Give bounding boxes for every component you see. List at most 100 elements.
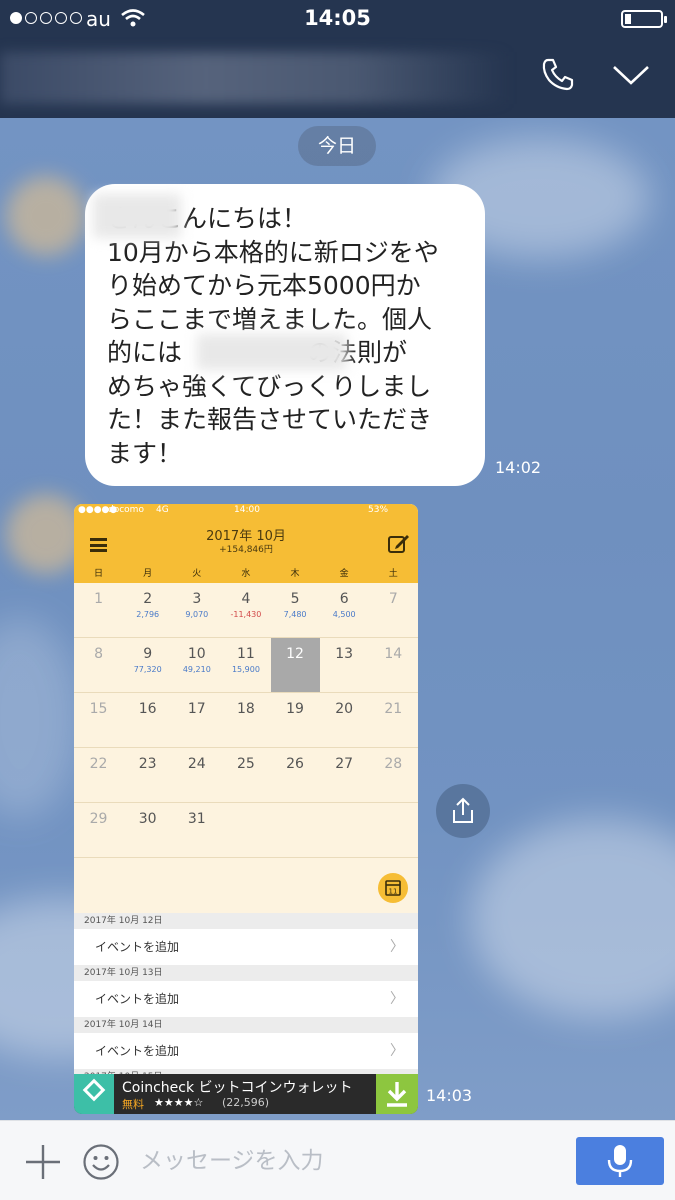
calendar-grid: 1 2 2,796 3 9,070 4 -11,430 5 7,480 6 4,500 7 8 9 77,3… bbox=[74, 583, 418, 913]
weekday-label: 土 bbox=[388, 569, 398, 579]
calendar-day-cell: 6 4,500 bbox=[320, 583, 369, 637]
chevron-right-icon: 〉 bbox=[390, 939, 404, 955]
day-number: 29 bbox=[89, 811, 108, 827]
event-date-header: 2017年 10月 13日 bbox=[74, 965, 418, 981]
background-cloud bbox=[470, 818, 675, 1018]
add-event-label: イベントを追加 bbox=[95, 992, 180, 1006]
ad-banner[interactable]: Coincheck ビットコインウォレット 無料 ★★★★☆ (22,596) bbox=[74, 1074, 418, 1114]
event-date-header: 2017年 10月 14日 bbox=[74, 1017, 418, 1033]
calendar-day-cell: 23 bbox=[123, 748, 172, 802]
calendar-week-row: 1 2 2,796 3 9,070 4 -11,430 5 7,480 6 4,500 7 bbox=[74, 583, 418, 638]
day-number: 8 bbox=[94, 646, 104, 662]
weekday-label: 火 bbox=[192, 569, 202, 579]
plus-icon[interactable] bbox=[24, 1143, 62, 1181]
date-divider: 今日 bbox=[298, 126, 376, 166]
day-number: 9 bbox=[143, 646, 153, 662]
avatar[interactable] bbox=[6, 176, 86, 256]
calendar-day-cell: 12 bbox=[270, 638, 320, 692]
share-button[interactable] bbox=[436, 784, 490, 838]
day-number: 13 bbox=[335, 646, 354, 662]
edit-icon bbox=[388, 535, 409, 553]
calendar-day-cell: 13 bbox=[320, 638, 369, 692]
day-profit: -11,430 bbox=[230, 610, 262, 619]
calendar-day-cell: 25 bbox=[221, 748, 270, 802]
day-number: 22 bbox=[89, 756, 108, 772]
calendar-day-cell: 24 bbox=[172, 748, 221, 802]
add-event-row: イベントを追加 〉 bbox=[74, 929, 418, 965]
weekday-label: 日 bbox=[94, 569, 104, 579]
chevron-down-icon[interactable] bbox=[610, 60, 652, 90]
day-profit: 9,070 bbox=[185, 610, 209, 619]
ad-price: 無料 bbox=[122, 1098, 144, 1111]
add-event-label: イベントを追加 bbox=[95, 1044, 180, 1058]
day-number: 15 bbox=[89, 701, 108, 717]
day-profit: 2,796 bbox=[136, 610, 160, 619]
day-profit: 49,210 bbox=[182, 665, 211, 674]
day-number: 17 bbox=[187, 701, 206, 717]
phone-icon[interactable] bbox=[538, 54, 578, 94]
calendar-day-cell: 17 bbox=[172, 693, 221, 747]
day-number: 3 bbox=[192, 591, 202, 607]
day-number: 23 bbox=[138, 756, 157, 772]
svg-text:11: 11 bbox=[389, 888, 398, 896]
day-number: 28 bbox=[384, 756, 403, 772]
weekday-label: 月 bbox=[143, 569, 153, 579]
mic-button[interactable] bbox=[576, 1137, 664, 1185]
calendar-week-row: 29 30 31 bbox=[74, 803, 418, 858]
ad-app-name: Coincheck ビットコインウォレット bbox=[122, 1080, 353, 1096]
day-number: 11 bbox=[237, 646, 255, 662]
message-input[interactable] bbox=[140, 1139, 560, 1183]
download-icon[interactable] bbox=[376, 1074, 418, 1114]
calendar-day-cell: 4 -11,430 bbox=[221, 583, 270, 637]
calendar-day-cell: 19 bbox=[271, 693, 320, 747]
calendar-day-cell bbox=[221, 803, 270, 857]
day-number: 31 bbox=[187, 811, 206, 827]
image-message[interactable]: ●●●●● docomo 4G 14:00 53% 2017年 10月 +154… bbox=[74, 504, 418, 1114]
chat-area[interactable]: 今日 さんこんにちは！ 10月から本格的に新ロジをや り始めてから元本5000円… bbox=[0, 118, 675, 1120]
day-number: 14 bbox=[384, 646, 403, 662]
day-number: 18 bbox=[237, 701, 255, 717]
calendar-day-cell: 14 bbox=[369, 638, 418, 692]
day-number: 2 bbox=[143, 591, 153, 607]
status-bar: au 14:05 bbox=[0, 0, 675, 38]
calendar-day-cell bbox=[271, 803, 320, 857]
calendar-day-cell: 7 bbox=[369, 583, 418, 637]
calendar-day-cell: 21 bbox=[369, 693, 418, 747]
calendar-day-cell: 26 bbox=[271, 748, 320, 802]
day-number: 7 bbox=[388, 591, 398, 607]
day-number: 24 bbox=[187, 756, 206, 772]
calendar-day-cell: 8 bbox=[74, 638, 123, 692]
day-number: 27 bbox=[335, 756, 354, 772]
calendar-day-cell: 2 2,796 bbox=[123, 583, 172, 637]
add-event-label: イベントを追加 bbox=[95, 940, 180, 954]
chat-header bbox=[0, 38, 675, 118]
day-profit: 4,500 bbox=[332, 610, 356, 619]
image-time: 14:03 bbox=[426, 1086, 473, 1105]
day-profit: 77,320 bbox=[133, 665, 162, 674]
message-bubble[interactable]: さんこんにちは！ 10月から本格的に新ロジをや り始めてから元本5000円か ら… bbox=[85, 184, 485, 486]
weekday-label: 木 bbox=[290, 569, 300, 579]
message-input-bar bbox=[0, 1120, 675, 1200]
calendar-day-cell: 1 bbox=[74, 583, 123, 637]
calendar-day-cell: 20 bbox=[320, 693, 369, 747]
event-date-header: 2017年 10月 12日 bbox=[74, 913, 418, 929]
day-number: 5 bbox=[290, 591, 300, 607]
day-number: 1 bbox=[94, 591, 104, 607]
day-number: 19 bbox=[286, 701, 304, 717]
status-time: 14:05 bbox=[304, 6, 371, 30]
calendar-week-row: 8 9 77,320 10 49,210 11 15,900 12 13 14 bbox=[74, 638, 418, 693]
coincheck-logo-icon bbox=[74, 1074, 114, 1114]
calendar-day-cell: 10 49,210 bbox=[172, 638, 221, 692]
embedded-status-bar: ●●●●● docomo 4G 14:00 53% bbox=[74, 504, 418, 518]
calendar-day-cell: 29 bbox=[74, 803, 123, 857]
emoji-icon[interactable] bbox=[82, 1143, 120, 1181]
calendar-day-cell: 28 bbox=[369, 748, 418, 802]
chevron-right-icon: 〉 bbox=[390, 991, 404, 1007]
background-cloud bbox=[0, 618, 80, 818]
add-event-row: イベントを追加 〉 bbox=[74, 1033, 418, 1069]
day-number: 6 bbox=[339, 591, 349, 607]
ad-rating-stars: ★★★★☆ bbox=[154, 1096, 204, 1109]
calendar-day-cell: 18 bbox=[221, 693, 270, 747]
chevron-right-icon: 〉 bbox=[390, 1043, 404, 1059]
chat-title-blurred bbox=[0, 52, 510, 104]
